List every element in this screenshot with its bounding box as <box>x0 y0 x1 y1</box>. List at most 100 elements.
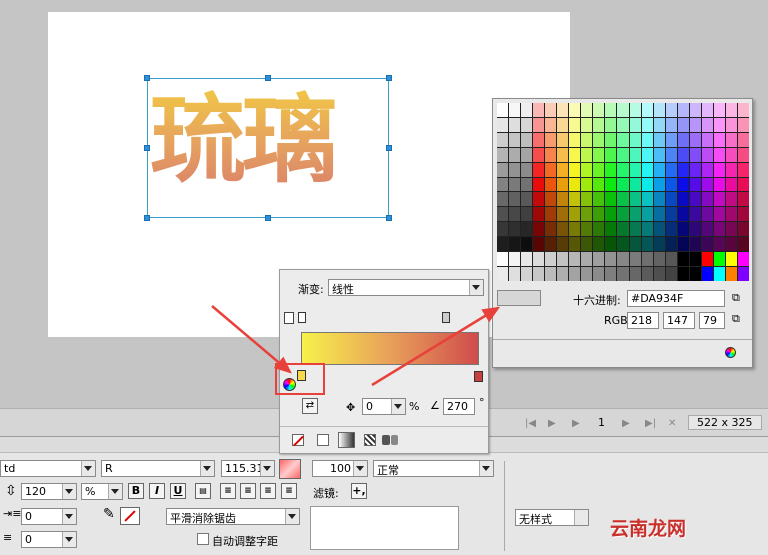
swatch-cell[interactable] <box>593 117 605 132</box>
swatch-cell[interactable] <box>701 147 713 162</box>
swatch-cell[interactable] <box>737 147 749 162</box>
swatch-cell[interactable] <box>521 132 533 147</box>
swatch-cell[interactable] <box>677 147 689 162</box>
swatch-cell[interactable] <box>509 222 521 237</box>
swatch-cell[interactable] <box>665 222 677 237</box>
swatch-cell[interactable] <box>605 103 617 117</box>
swatch-cell[interactable] <box>593 103 605 117</box>
copy-rgb-icon[interactable]: ⧉ <box>732 312 740 326</box>
swatch-cell[interactable] <box>617 177 629 192</box>
swatch-cell[interactable] <box>545 192 557 207</box>
swatch-cell[interactable] <box>569 117 581 132</box>
swatch-cell[interactable] <box>593 237 605 252</box>
resize-handle[interactable] <box>144 75 150 81</box>
swatch-cell[interactable] <box>581 132 593 147</box>
swatch-cell[interactable] <box>569 177 581 192</box>
swatch-cell[interactable] <box>629 267 641 281</box>
swatch-cell[interactable] <box>725 147 737 162</box>
swatch-cell[interactable] <box>665 267 677 281</box>
swatch-cell[interactable] <box>605 132 617 147</box>
swatch-cell[interactable] <box>593 222 605 237</box>
swatch-cell[interactable] <box>521 267 533 281</box>
swatch-cell[interactable] <box>533 162 545 177</box>
align-left-icon[interactable]: ≡ <box>220 483 236 499</box>
swatch-cell[interactable] <box>713 267 725 281</box>
swatch-cell[interactable] <box>509 177 521 192</box>
swatch-cell[interactable] <box>629 237 641 252</box>
swatch-cell[interactable] <box>641 103 653 117</box>
swatch-grid[interactable] <box>497 103 749 281</box>
resize-handle[interactable] <box>265 215 271 221</box>
swatch-cell[interactable] <box>641 117 653 132</box>
unit-select[interactable]: % <box>81 483 123 500</box>
swatch-cell[interactable] <box>737 162 749 177</box>
swatch-cell[interactable] <box>593 192 605 207</box>
swatch-cell[interactable] <box>641 222 653 237</box>
swatch-cell[interactable] <box>725 117 737 132</box>
swatch-cell[interactable] <box>521 103 533 117</box>
swatch-cell[interactable] <box>725 132 737 147</box>
swatch-cell[interactable] <box>701 162 713 177</box>
swatch-cell[interactable] <box>605 222 617 237</box>
swatch-cell[interactable] <box>581 237 593 252</box>
swatch-cell[interactable] <box>737 237 749 252</box>
swatch-cell[interactable] <box>677 207 689 222</box>
swatch-cell[interactable] <box>689 132 701 147</box>
swatch-cell[interactable] <box>581 222 593 237</box>
swatch-cell[interactable] <box>545 177 557 192</box>
swatch-cell[interactable] <box>569 252 581 267</box>
swatch-cell[interactable] <box>533 117 545 132</box>
font-style-select[interactable]: R <box>101 460 215 477</box>
swatch-cell[interactable] <box>497 237 509 252</box>
swatch-cell[interactable] <box>509 252 521 267</box>
swatch-cell[interactable] <box>641 147 653 162</box>
gradient-type-select[interactable]: 线性 <box>328 279 484 296</box>
font-family-select[interactable]: td <box>0 460 96 477</box>
swatch-cell[interactable] <box>641 252 653 267</box>
swatch-cell[interactable] <box>509 237 521 252</box>
resize-handle[interactable] <box>144 215 150 221</box>
swatch-cell[interactable] <box>617 192 629 207</box>
swatch-cell[interactable] <box>557 103 569 117</box>
green-field[interactable]: 147 <box>663 312 695 329</box>
swatch-cell[interactable] <box>737 252 749 267</box>
text-options-icon[interactable]: ▤ <box>195 483 211 499</box>
swatch-cell[interactable] <box>665 177 677 192</box>
swatch-cell[interactable] <box>689 192 701 207</box>
swatch-cell[interactable] <box>701 177 713 192</box>
last-frame-icon[interactable]: ▶| <box>645 418 656 429</box>
swatch-cell[interactable] <box>689 252 701 267</box>
pencil-icon[interactable]: ✎ <box>103 506 115 522</box>
swatch-cell[interactable] <box>677 267 689 281</box>
swatch-cell[interactable] <box>689 162 701 177</box>
swatch-cell[interactable] <box>533 207 545 222</box>
swatch-cell[interactable] <box>629 147 641 162</box>
swatch-cell[interactable] <box>665 162 677 177</box>
swatch-cell[interactable] <box>701 103 713 117</box>
swatch-cell[interactable] <box>653 267 665 281</box>
opacity-stop-left[interactable] <box>298 312 306 323</box>
swatch-cell[interactable] <box>629 207 641 222</box>
swatch-cell[interactable] <box>641 192 653 207</box>
swatch-cell[interactable] <box>605 177 617 192</box>
swatch-cell[interactable] <box>557 252 569 267</box>
swatch-cell[interactable] <box>509 207 521 222</box>
swatch-cell[interactable] <box>557 222 569 237</box>
swatch-cell[interactable] <box>701 222 713 237</box>
swatch-cell[interactable] <box>725 252 737 267</box>
swatch-cell[interactable] <box>521 207 533 222</box>
swatch-cell[interactable] <box>569 162 581 177</box>
swatch-cell[interactable] <box>545 103 557 117</box>
gradient-preview-bar[interactable] <box>301 332 479 365</box>
swatch-cell[interactable] <box>593 207 605 222</box>
swatch-cell[interactable] <box>581 117 593 132</box>
swatch-cell[interactable] <box>593 147 605 162</box>
swatch-cell[interactable] <box>593 132 605 147</box>
swatch-cell[interactable] <box>617 132 629 147</box>
resize-handle[interactable] <box>386 215 392 221</box>
swatch-cell[interactable] <box>629 252 641 267</box>
swatch-cell[interactable] <box>689 177 701 192</box>
swatch-cell[interactable] <box>677 177 689 192</box>
swatch-cell[interactable] <box>665 252 677 267</box>
swatch-cell[interactable] <box>497 117 509 132</box>
